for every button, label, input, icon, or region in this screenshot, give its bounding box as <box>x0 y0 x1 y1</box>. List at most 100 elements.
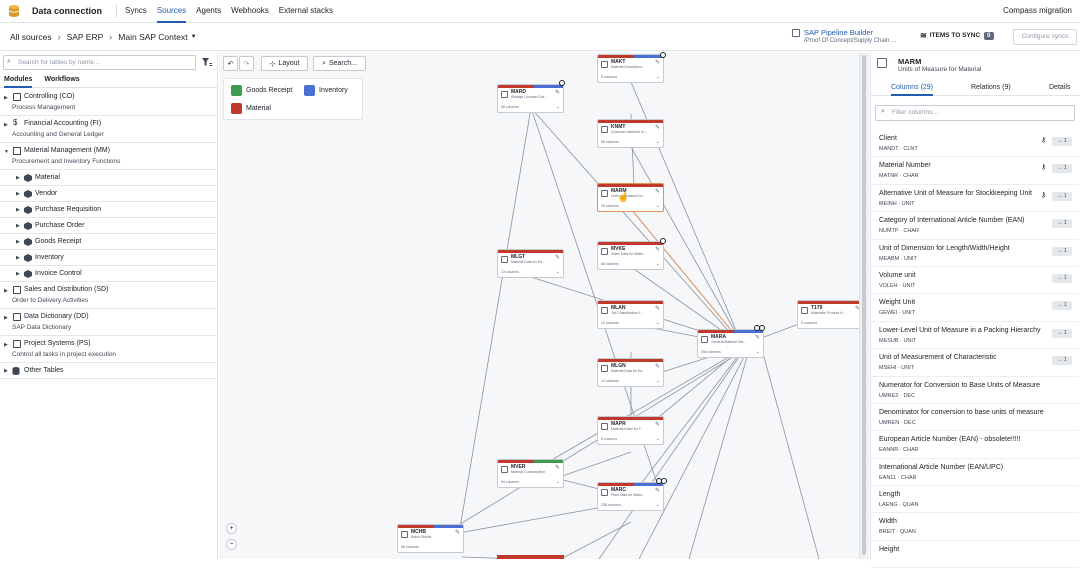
caret-right-icon[interactable]: ▶ <box>16 255 20 261</box>
filter-columns-input[interactable]: Filter columns... <box>875 105 1075 121</box>
caret-right-icon[interactable]: ▶ <box>4 288 8 294</box>
column-row[interactable]: Volume unit VOLEH · UNIT ↔ 1 <box>871 267 1079 295</box>
caret-right-icon[interactable]: ▶ <box>16 175 20 181</box>
column-row[interactable]: Numerator for Conversion to Base Units o… <box>871 377 1079 404</box>
caret-down-icon[interactable]: ▼ <box>191 34 197 40</box>
edit-icon[interactable]: ✎ <box>555 464 560 471</box>
chevron-down-icon[interactable]: ⌄ <box>656 502 660 508</box>
module-material-management[interactable]: ▼ Material Management (MM) Procurement a… <box>0 143 217 170</box>
table-node-marm[interactable]: MARM Units of Measure for... ✎ 29 column… <box>597 183 664 212</box>
column-row[interactable]: Denominator for conversion to base units… <box>871 404 1079 432</box>
column-row[interactable]: Weight Unit GEWEI · UNIT ↔ 1 <box>871 294 1079 322</box>
tab-agents[interactable]: Agents <box>196 0 221 23</box>
tab-sources[interactable]: Sources <box>156 0 187 23</box>
chevron-down-icon[interactable]: ⌄ <box>556 104 560 110</box>
table-node-knmt[interactable]: KNMT Customer-Material In... ✎ 56 column… <box>597 119 664 148</box>
graph-canvas[interactable]: ↶ ↷ ⊹ Layout ⌕ Search... Goods Receipt I… <box>219 52 859 559</box>
tab-columns[interactable]: Columns (29) <box>891 82 934 96</box>
caret-right-icon[interactable]: ▶ <box>16 239 20 245</box>
edit-icon[interactable]: ✎ <box>755 334 760 341</box>
column-row[interactable]: Width BREIT · QUAN <box>871 513 1079 541</box>
submodule-invoice-control[interactable]: ▶ Invoice Control <box>0 266 217 282</box>
caret-right-icon[interactable]: ▶ <box>4 122 8 128</box>
column-row[interactable]: International Article Number (EAN/UPC) EA… <box>871 459 1079 487</box>
chevron-down-icon[interactable]: ⌄ <box>656 261 660 267</box>
tab-relations[interactable]: Relations (9) <box>971 82 1011 96</box>
caret-right-icon[interactable]: ▶ <box>4 368 8 374</box>
chevron-down-icon[interactable]: ⌄ <box>656 436 660 442</box>
module-sales-distribution[interactable]: ▶ Sales and Distribution (SD) Order to D… <box>0 282 217 309</box>
breadcrumb-sap-erp[interactable]: SAP ERP <box>67 32 104 42</box>
relation-badge[interactable]: ↔ 1 <box>1052 356 1072 366</box>
scrollbar-thumb[interactable] <box>862 55 866 555</box>
chevron-down-icon[interactable]: ⌄ <box>556 269 560 275</box>
edit-icon[interactable]: ✎ <box>555 254 560 261</box>
relation-badge[interactable]: ↔ 1 <box>1052 164 1072 174</box>
chevron-down-icon[interactable]: ⌄ <box>656 139 660 145</box>
module-other-tables[interactable]: ▶ Other Tables <box>0 363 217 379</box>
column-row[interactable]: Category of International Article Number… <box>871 212 1079 240</box>
edit-icon[interactable]: ✎ <box>455 529 460 536</box>
column-row[interactable]: European Article Number (EAN) - obsolete… <box>871 431 1079 459</box>
column-row[interactable]: Height <box>871 541 1079 568</box>
chevron-down-icon[interactable]: ⌄ <box>656 320 660 326</box>
zoom-out-button[interactable]: − <box>226 539 237 550</box>
pipeline-link[interactable]: SAP Pipeline Builder /Proof Of Concept/S… <box>792 28 896 46</box>
table-node-mard[interactable]: MARD Storage Location Dat... ✎ 58 column… <box>497 84 564 113</box>
edit-icon[interactable]: ✎ <box>555 89 560 96</box>
connection-handle-icon[interactable] <box>759 325 765 331</box>
connection-handle-icon[interactable] <box>559 80 565 86</box>
tab-modules[interactable]: Modules <box>4 74 33 88</box>
relation-badge[interactable]: ↔ 1 <box>1052 137 1072 146</box>
table-node-mapr[interactable]: MAPR Material Index for F... ✎ 8 columns… <box>597 416 664 445</box>
tab-workflows[interactable]: Workflows <box>44 74 79 88</box>
caret-right-icon[interactable]: ▶ <box>16 207 20 213</box>
module-controlling[interactable]: ▶ Controlling (CO) Process Management <box>0 89 217 116</box>
table-search-input[interactable]: Search for tables by name... <box>3 55 196 70</box>
relation-badge[interactable]: ↔ 1 <box>1052 273 1072 283</box>
column-row[interactable]: Length LAENG · QUAN <box>871 486 1079 514</box>
table-node-mlgt[interactable]: MLGT Material Data for Ea... ✎ 13 column… <box>497 249 564 278</box>
table-node-mvke[interactable]: MVKE Sales Data for Mater... ✎ 68 column… <box>597 241 664 270</box>
column-row[interactable]: Unit of Dimension for Length/Width/Heigh… <box>871 240 1079 267</box>
table-node-mlgn[interactable]: MLGN Material Data for Ea... ✎ 14 column… <box>597 358 664 387</box>
relation-badge[interactable]: ↔ 1 <box>1052 246 1072 256</box>
tab-syncs[interactable]: Syncs <box>125 0 147 23</box>
items-to-sync[interactable]: ≋ ITEMS TO SYNC 0 <box>920 31 994 40</box>
caret-down-icon[interactable]: ▼ <box>4 149 9 155</box>
table-node-t179[interactable]: T179 Materials: Product H... ✎ 5 columns <box>797 300 859 329</box>
table-node-mlan[interactable]: MLAN Tax Classification f... ✎ 13 column… <box>597 300 664 329</box>
graph-search-button[interactable]: ⌕ Search... <box>313 56 366 71</box>
module-project-systems[interactable]: ▶ Project Systems (PS) Control all tasks… <box>0 336 217 363</box>
tab-details[interactable]: Details <box>1049 82 1070 96</box>
layout-button[interactable]: ⊹ Layout <box>261 56 308 71</box>
table-node-mara[interactable]: MARA General Material Dat... ✎ 256 colum… <box>697 329 764 358</box>
breadcrumb-all-sources[interactable]: All sources <box>10 32 52 42</box>
caret-right-icon[interactable]: ▶ <box>4 315 8 321</box>
edit-icon[interactable]: ✎ <box>655 305 660 312</box>
filter-icon[interactable] <box>202 58 212 67</box>
submodule-purchase-order[interactable]: ▶ Purchase Order <box>0 218 217 234</box>
submodule-vendor[interactable]: ▶ Vendor <box>0 186 217 202</box>
breadcrumb-main-sap-context[interactable]: Main SAP Context <box>118 32 187 42</box>
undo-button[interactable]: ↶ <box>223 56 238 71</box>
submodule-inventory[interactable]: ▶ Inventory <box>0 250 217 266</box>
submodule-goods-receipt[interactable]: ▶ Goods Receipt <box>0 234 217 250</box>
relation-badge[interactable]: ↔ 1 <box>1052 219 1072 229</box>
chevron-down-icon[interactable]: ⌄ <box>756 349 760 355</box>
configure-syncs-button[interactable]: Configure syncs <box>1013 29 1077 45</box>
chevron-down-icon[interactable]: ⌄ <box>656 378 660 384</box>
relation-badge[interactable]: ↔ 1 <box>1052 191 1072 201</box>
edit-icon[interactable]: ✎ <box>655 421 660 428</box>
connection-handle-icon[interactable] <box>660 52 666 58</box>
chevron-down-icon[interactable]: ⌄ <box>656 74 660 80</box>
zoom-in-button[interactable]: + <box>226 523 237 534</box>
pipeline-title[interactable]: SAP Pipeline Builder <box>804 28 873 37</box>
edit-icon[interactable]: ✎ <box>655 59 660 66</box>
caret-right-icon[interactable]: ▶ <box>16 191 20 197</box>
relation-badge[interactable]: ↔ 1 <box>1052 301 1072 311</box>
workspace-name[interactable]: Compass migration <box>1003 0 1072 23</box>
table-node-marc[interactable]: MARC Plant Data for Mater... ✎ 238 colum… <box>597 482 664 511</box>
column-row[interactable]: Unit of Measurement of Characteristic MSE… <box>871 349 1079 377</box>
table-node-mver[interactable]: MVER Material Consumption ✎ 94 columns ⌄ <box>497 459 564 488</box>
